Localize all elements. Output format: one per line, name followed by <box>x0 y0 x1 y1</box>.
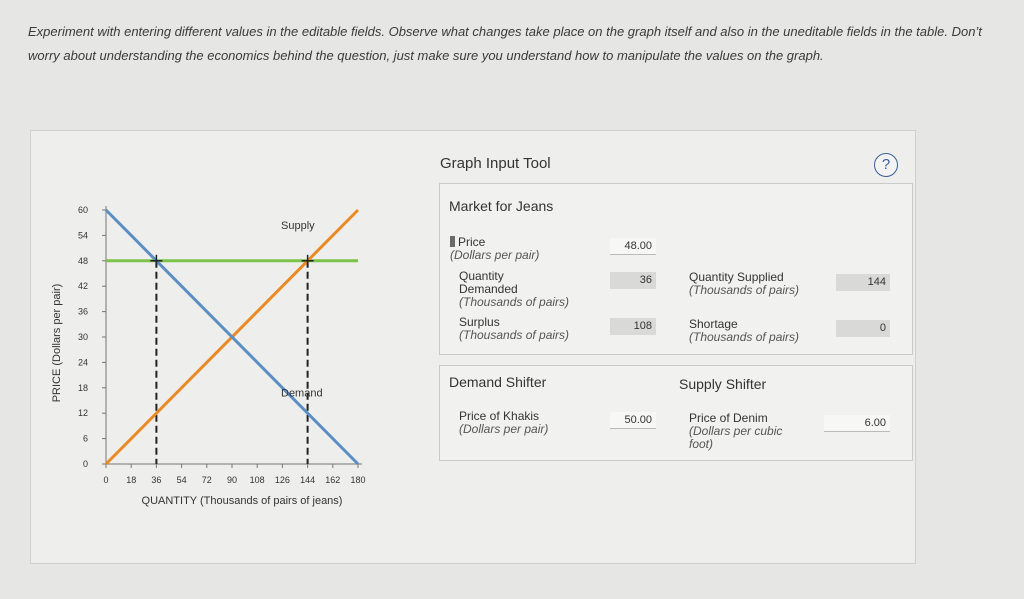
y-tick-label: 12 <box>78 408 88 418</box>
x-tick-label: 36 <box>151 475 161 485</box>
price-marker-icon <box>450 236 455 247</box>
khakis-label-text: Price of Khakis <box>459 409 540 423</box>
y-tick-label: 36 <box>78 307 88 317</box>
y-tick-label: 48 <box>78 256 88 266</box>
shortage-unit: (Thousands of pairs) <box>689 330 800 344</box>
x-tick-label: 126 <box>275 475 290 485</box>
surplus-label: Surplus (Thousands of pairs) <box>459 316 569 342</box>
graph-input-tool-title: Graph Input Tool <box>440 155 551 172</box>
surplus-label-text: Surplus <box>459 315 500 329</box>
x-axis-title: QUANTITY (Thousands of pairs of jeans) <box>142 495 343 507</box>
qd-label-line1: Quantity <box>459 269 504 283</box>
y-tick-label: 60 <box>78 205 88 215</box>
qd-label-line2: Demanded <box>459 282 518 296</box>
x-tick-label: 162 <box>325 475 340 485</box>
y-tick-label: 42 <box>78 281 88 291</box>
shortage-value: 0 <box>836 320 890 337</box>
qs-label-text: Quantity Supplied <box>689 270 784 284</box>
y-tick-label: 24 <box>78 357 88 367</box>
x-tick-label: 144 <box>300 475 315 485</box>
supply-curve-label: Supply <box>281 220 315 232</box>
quantity-supplied-label: Quantity Supplied (Thousands of pairs) <box>689 271 799 297</box>
x-tick-label: 180 <box>350 475 365 485</box>
y-axis-title: PRICE (Dollars per pair) <box>51 284 63 403</box>
supply-shifter-title: Supply Shifter <box>679 376 767 392</box>
price-of-khakis-input[interactable]: 50.00 <box>610 412 656 429</box>
denim-label-text: Price of Denim <box>689 411 768 425</box>
market-box: Market for Jeans Price (Dollars per pair… <box>439 183 913 355</box>
instructions-text: Experiment with entering different value… <box>28 24 982 63</box>
market-title: Market for Jeans <box>449 198 554 214</box>
supply-demand-chart: 0 18 36 54 72 90 108 126 144 162 180 0 6 12 18 24 30 36 42… <box>51 205 366 507</box>
y-tick-label: 18 <box>78 383 88 393</box>
quantity-demanded-label: Quantity Demanded (Thousands of pairs) <box>459 270 569 309</box>
x-tick-label: 90 <box>227 475 237 485</box>
help-icon[interactable]: ? <box>874 153 898 177</box>
khakis-unit: (Dollars per pair) <box>459 422 549 436</box>
demand-curve-label: Demand <box>281 387 323 399</box>
price-of-khakis-label: Price of Khakis (Dollars per pair) <box>459 410 548 436</box>
price-label: Price (Dollars per pair) <box>450 236 539 262</box>
shifter-box: Demand Shifter Supply Shifter Price of K… <box>439 365 913 461</box>
qd-unit: (Thousands of pairs) <box>459 295 570 309</box>
qs-unit: (Thousands of pairs) <box>689 283 800 297</box>
y-tick-label: 0 <box>83 459 88 469</box>
shortage-label-text: Shortage <box>689 317 738 331</box>
surplus-unit: (Thousands of pairs) <box>459 328 570 342</box>
y-tick-label: 6 <box>83 434 88 444</box>
price-label-text: Price <box>458 235 486 249</box>
graph-panel: 0 18 36 54 72 90 108 126 144 162 180 0 6 12 18 24 30 36 42… <box>30 130 916 564</box>
y-tick-label: 54 <box>78 230 88 240</box>
x-tick-label: 108 <box>250 475 265 485</box>
denim-unit-line2: foot) <box>689 437 714 451</box>
y-tick-label: 30 <box>78 332 88 342</box>
price-input[interactable]: 48.00 <box>610 238 656 255</box>
quantity-supplied-value: 144 <box>836 274 890 291</box>
surplus-value: 108 <box>610 318 656 335</box>
x-tick-label: 18 <box>126 475 136 485</box>
price-of-denim-input[interactable]: 6.00 <box>824 415 890 432</box>
demand-shifter-title: Demand Shifter <box>449 374 547 390</box>
x-tick-label: 54 <box>177 475 187 485</box>
x-tick-label: 0 <box>103 475 108 485</box>
price-unit: (Dollars per pair) <box>450 248 540 262</box>
quantity-demanded-value: 36 <box>610 272 656 289</box>
shortage-label: Shortage (Thousands of pairs) <box>689 318 799 344</box>
price-of-denim-label: Price of Denim (Dollars per cubic foot) <box>689 412 782 451</box>
x-tick-label: 72 <box>202 475 212 485</box>
